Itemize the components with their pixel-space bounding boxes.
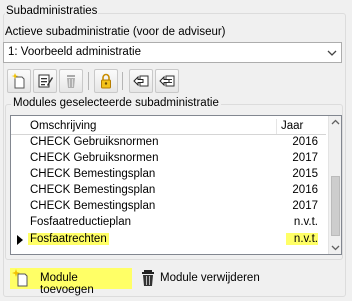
cell-year: 2017 <box>292 200 318 212</box>
delete-subadmin-button[interactable] <box>59 69 83 93</box>
cell-year: 2017 <box>292 152 318 164</box>
delete-module-button[interactable]: Module verwijderen <box>139 268 261 289</box>
lock-icon <box>101 73 111 89</box>
active-subadmin-label: Actieve subadministratie (voor de advise… <box>5 26 226 38</box>
toolbar-separator <box>88 72 89 90</box>
cell-description: CHECK Bemestingsplan <box>30 184 156 196</box>
table-row[interactable]: CHECK Gebruiksnormen 2017 <box>11 151 326 167</box>
new-subadmin-button[interactable] <box>7 69 31 93</box>
export-arrow-icon <box>159 75 175 87</box>
group-title: Subadministraties <box>5 5 99 17</box>
delete-module-label: Module verwijderen <box>160 272 260 284</box>
column-divider[interactable] <box>276 119 277 134</box>
import-button[interactable] <box>129 69 153 93</box>
table-row[interactable]: CHECK Bemestingsplan 2015 <box>11 167 326 183</box>
grid-scrollbar[interactable] <box>328 116 342 254</box>
subadmin-select-value: 1: Voorbeeld administratie <box>8 46 141 58</box>
import-arrow-icon <box>133 75 149 87</box>
cell-description: CHECK Bemestingsplan <box>30 200 156 212</box>
add-module-button[interactable]: Module toevoegen <box>10 268 132 296</box>
cell-year: 2016 <box>292 184 318 196</box>
table-row[interactable]: Fosfaatreductieplan n.v.t. <box>11 215 326 231</box>
subadmin-select[interactable]: 1: Voorbeeld administratie <box>3 42 342 63</box>
delete-bin-icon <box>142 270 154 286</box>
modules-group-title: Modules geselecteerde subadministratie <box>11 97 221 109</box>
scrollbar-thumb[interactable] <box>331 176 340 236</box>
cell-description: CHECK Gebruiksnormen <box>30 136 159 148</box>
table-row-current[interactable]: Fosfaatrechten n.v.t. <box>11 232 326 248</box>
cell-description: CHECK Gebruiksnormen <box>30 152 159 164</box>
export-button[interactable] <box>155 69 179 93</box>
modules-grid[interactable]: Omschrijving Jaar CHECK Gebruiksnormen 2… <box>10 115 342 255</box>
column-header-description[interactable]: Omschrijving <box>30 120 96 132</box>
column-header-year[interactable]: Jaar <box>281 120 303 132</box>
delete-bin-icon <box>67 75 75 88</box>
toolbar-separator <box>122 72 123 90</box>
cell-description: Fosfaatreductieplan <box>30 216 132 228</box>
cell-year: n.v.t. <box>293 216 318 228</box>
cell-description: Fosfaatrechten <box>28 233 109 245</box>
table-row[interactable]: CHECK Gebruiksnormen 2016 <box>11 135 326 151</box>
current-row-arrow-icon <box>17 235 23 245</box>
cell-year: 2015 <box>292 168 318 180</box>
cell-year: n.v.t. <box>286 233 318 245</box>
new-document-icon <box>12 269 28 287</box>
table-row[interactable]: CHECK Bemestingsplan 2016 <box>11 183 326 199</box>
new-document-icon <box>11 73 25 89</box>
cell-year: 2016 <box>292 136 318 148</box>
edit-document-icon <box>38 74 53 88</box>
scroll-down-icon[interactable] <box>329 241 342 254</box>
grid-header: Omschrijving Jaar <box>11 119 326 135</box>
add-module-label: Module toevoegen <box>40 272 94 296</box>
lock-button[interactable] <box>94 69 118 93</box>
cell-description: CHECK Bemestingsplan <box>30 168 156 180</box>
edit-subadmin-button[interactable] <box>33 69 57 93</box>
chevron-down-icon <box>327 50 337 56</box>
scroll-up-icon[interactable] <box>329 116 342 129</box>
table-row[interactable]: CHECK Bemestingsplan 2017 <box>11 199 326 215</box>
